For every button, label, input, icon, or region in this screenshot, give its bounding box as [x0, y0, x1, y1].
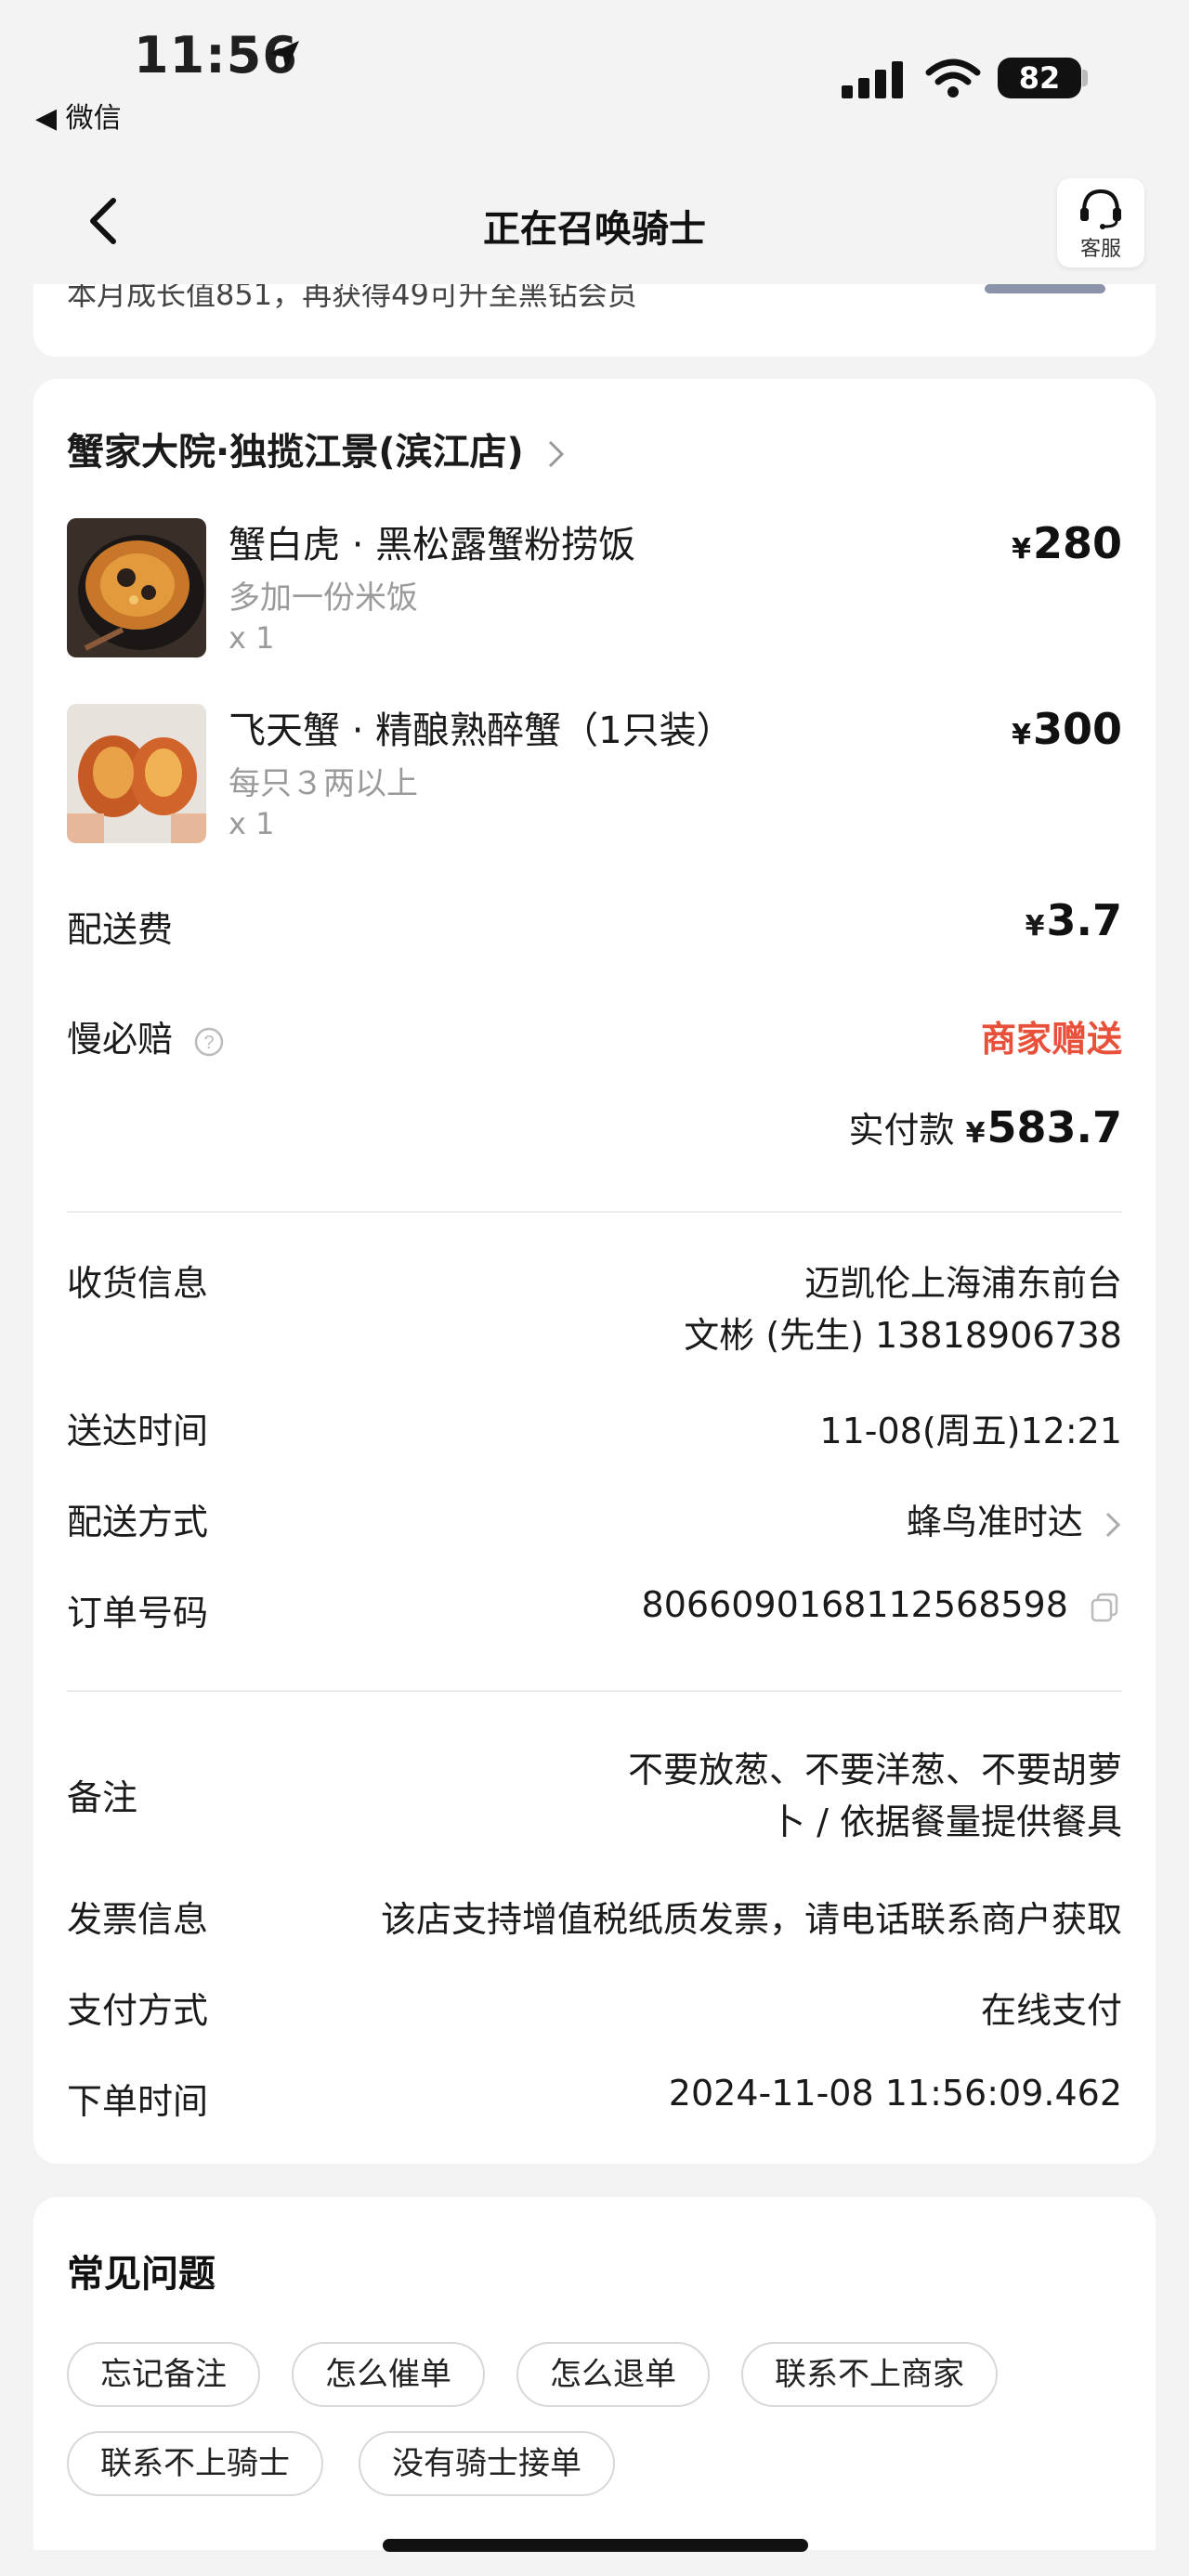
item-price: ¥300 [1012, 704, 1122, 754]
slow-compensation-label-wrap: 慢必赔 ? [67, 1010, 225, 1061]
chevron-right-icon [548, 440, 564, 468]
customer-service-button[interactable]: 客服 [1057, 178, 1144, 267]
item-quantity: x 1 [229, 806, 275, 841]
shop-link[interactable]: 蟹家大院·独揽江景(滨江店) [67, 422, 567, 475]
item-quantity: x 1 [229, 620, 275, 656]
item-price-value: 300 [1032, 704, 1122, 754]
order-time-label: 下单时间 [67, 2081, 209, 2122]
remark-line2: 卜 / 依据餐量提供餐具 [770, 1802, 1122, 1842]
delivery-fee-amount: 3.7 [1046, 895, 1123, 945]
navigation-bar: 正在召唤骑士 客服 [0, 158, 1189, 288]
order-number-label: 订单号码 [67, 1593, 209, 1633]
remark-value: 不要放葱、不要洋葱、不要胡萝 卜 / 依据餐量提供餐具 [628, 1744, 1122, 1848]
membership-growth-card: 本月成长值851，再获得49可升至黑钻会员 [33, 284, 1156, 357]
receiver-label: 收货信息 [67, 1263, 209, 1304]
remark-line1: 不要放葱、不要洋葱、不要胡萝 [627, 1750, 1122, 1790]
receiver-contact: 文彬 (先生) 13818906738 [684, 1315, 1122, 1356]
help-circle-icon[interactable]: ? [193, 1026, 225, 1058]
delivery-method-value-wrap: 蜂鸟准时达 [907, 1493, 1122, 1544]
payment-method-value: 在线支付 [980, 1990, 1122, 2031]
currency-symbol: ¥ [1012, 719, 1031, 751]
page-title: 正在召唤骑士 [483, 208, 706, 251]
item-name: 蟹白虎 · 黑松露蟹粉捞饭 [229, 524, 636, 566]
chevron-right-icon [1105, 1512, 1121, 1537]
wifi-icon [925, 59, 981, 98]
delivery-method-label: 配送方式 [67, 1502, 209, 1542]
order-number-value: 8066090168112568598 [641, 1584, 1068, 1625]
item-price-value: 280 [1032, 518, 1122, 568]
total-paid: 实付款 ¥583.7 [849, 1101, 1123, 1152]
cellular-signal-icon [842, 61, 903, 98]
arrival-time-label: 送达时间 [67, 1411, 209, 1451]
faq-chip-forgot-remark[interactable]: 忘记备注 [67, 2342, 260, 2407]
svg-text:?: ? [204, 1033, 215, 1053]
location-arrow-icon [269, 41, 299, 71]
battery-indicator: 82 [998, 58, 1081, 98]
item-spec: 每只３两以上 [229, 765, 418, 802]
shop-name: 蟹家大院·独揽江景(滨江店) [67, 431, 524, 474]
slow-compensation-value: 商家赠送 [980, 1019, 1122, 1060]
divider [67, 1690, 1122, 1692]
food-image-drunken-crab [67, 704, 206, 843]
invoice-value: 该店支持增值税纸质发票，请电话联系商户获取 [380, 1899, 1122, 1940]
currency-symbol: ¥ [1012, 533, 1031, 566]
status-bar: 11:56 ◀ 微信 82 [0, 0, 1189, 158]
invoice-label: 发票信息 [67, 1899, 209, 1940]
currency-symbol: ¥ [1025, 910, 1045, 943]
order-item[interactable]: 飞天蟹 · 精酿熟醉蟹（1只装） 每只３两以上 x 1 ¥300 [67, 704, 1122, 843]
faq-chip-urge-order[interactable]: 怎么催单 [292, 2342, 485, 2407]
order-number-value-wrap: 8066090168112568598 [642, 1584, 1122, 1625]
remark-label: 备注 [67, 1777, 138, 1818]
slow-compensation-label: 慢必赔 [67, 1019, 174, 1060]
headset-icon [1080, 189, 1121, 229]
faq-chip-cannot-reach-merchant[interactable]: 联系不上商家 [741, 2342, 998, 2407]
item-name: 飞天蟹 · 精酿熟醉蟹（1只装） [229, 709, 734, 752]
delivery-fee-value: ¥3.7 [1026, 895, 1122, 945]
receiver-value: 迈凯伦上海浦东前台 文彬 (先生) 13818906738 [684, 1257, 1122, 1361]
order-detail-card: 蟹家大院·独揽江景(滨江店) 蟹白虎 · 黑松露蟹粉捞饭 多加一份米饭 x 1 … [33, 379, 1156, 2164]
customer-service-label: 客服 [1079, 238, 1121, 261]
battery-cap [1082, 70, 1088, 86]
total-label: 实付款 [848, 1110, 955, 1151]
food-image-crab-rice [67, 518, 206, 657]
payment-method-label: 支付方式 [67, 1990, 209, 2031]
faq-title: 常见问题 [67, 2253, 216, 2296]
delivery-fee-label: 配送费 [67, 909, 174, 950]
order-item[interactable]: 蟹白虎 · 黑松露蟹粉捞饭 多加一份米饭 x 1 ¥280 [67, 518, 1122, 657]
faq-chip-cancel-order[interactable]: 怎么退单 [516, 2342, 710, 2407]
item-price: ¥280 [1012, 518, 1122, 568]
total-amount: 583.7 [986, 1102, 1122, 1152]
copy-icon[interactable] [1089, 1591, 1122, 1624]
divider [67, 1211, 1122, 1213]
growth-text: 本月成长值851，再获得49可升至黑钻会员 [67, 284, 637, 312]
home-indicator [383, 2539, 808, 2552]
back-to-wechat-link[interactable]: ◀ 微信 [35, 95, 122, 136]
faq-chip-no-rider[interactable]: 没有骑士接单 [359, 2431, 615, 2496]
arrival-time-value: 11-08(周五)12:21 [819, 1411, 1122, 1451]
item-spec: 多加一份米饭 [229, 579, 418, 617]
faq-card: 常见问题 忘记备注 怎么催单 怎么退单 联系不上商家 联系不上骑士 没有骑士接单 [33, 2197, 1156, 2550]
order-time-value: 2024-11-08 11:56:09.462 [668, 2073, 1122, 2114]
receiver-address: 迈凯伦上海浦东前台 [804, 1263, 1122, 1304]
faq-chip-cannot-reach-rider[interactable]: 联系不上骑士 [67, 2431, 323, 2496]
currency-symbol: ¥ [965, 1117, 986, 1150]
delivery-method-value: 蜂鸟准时达 [906, 1502, 1083, 1542]
growth-progress-bar [985, 284, 1105, 293]
